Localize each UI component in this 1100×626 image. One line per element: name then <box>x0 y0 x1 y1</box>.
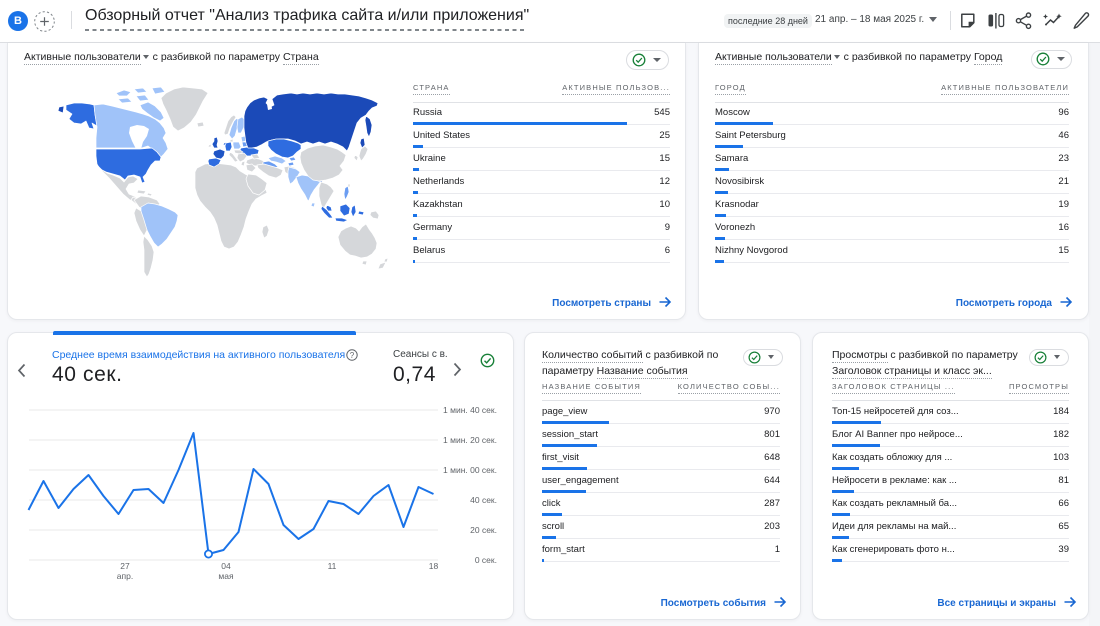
svg-text:18: 18 <box>429 561 439 571</box>
svg-text:40 сек.: 40 сек. <box>470 495 497 505</box>
svg-text:11: 11 <box>328 561 337 571</box>
svg-text:04: 04 <box>221 561 231 571</box>
svg-text:мая: мая <box>218 571 234 581</box>
svg-text:1 мин. 00 сек.: 1 мин. 00 сек. <box>443 465 497 475</box>
svg-text:27: 27 <box>120 561 130 571</box>
svg-text:апр.: апр. <box>117 571 133 581</box>
svg-text:20 сек.: 20 сек. <box>470 525 497 535</box>
svg-text:1 мин. 20 сек.: 1 мин. 20 сек. <box>443 435 497 445</box>
svg-text:1 мин. 40 сек.: 1 мин. 40 сек. <box>443 405 497 415</box>
svg-text:0 сек.: 0 сек. <box>475 555 497 565</box>
